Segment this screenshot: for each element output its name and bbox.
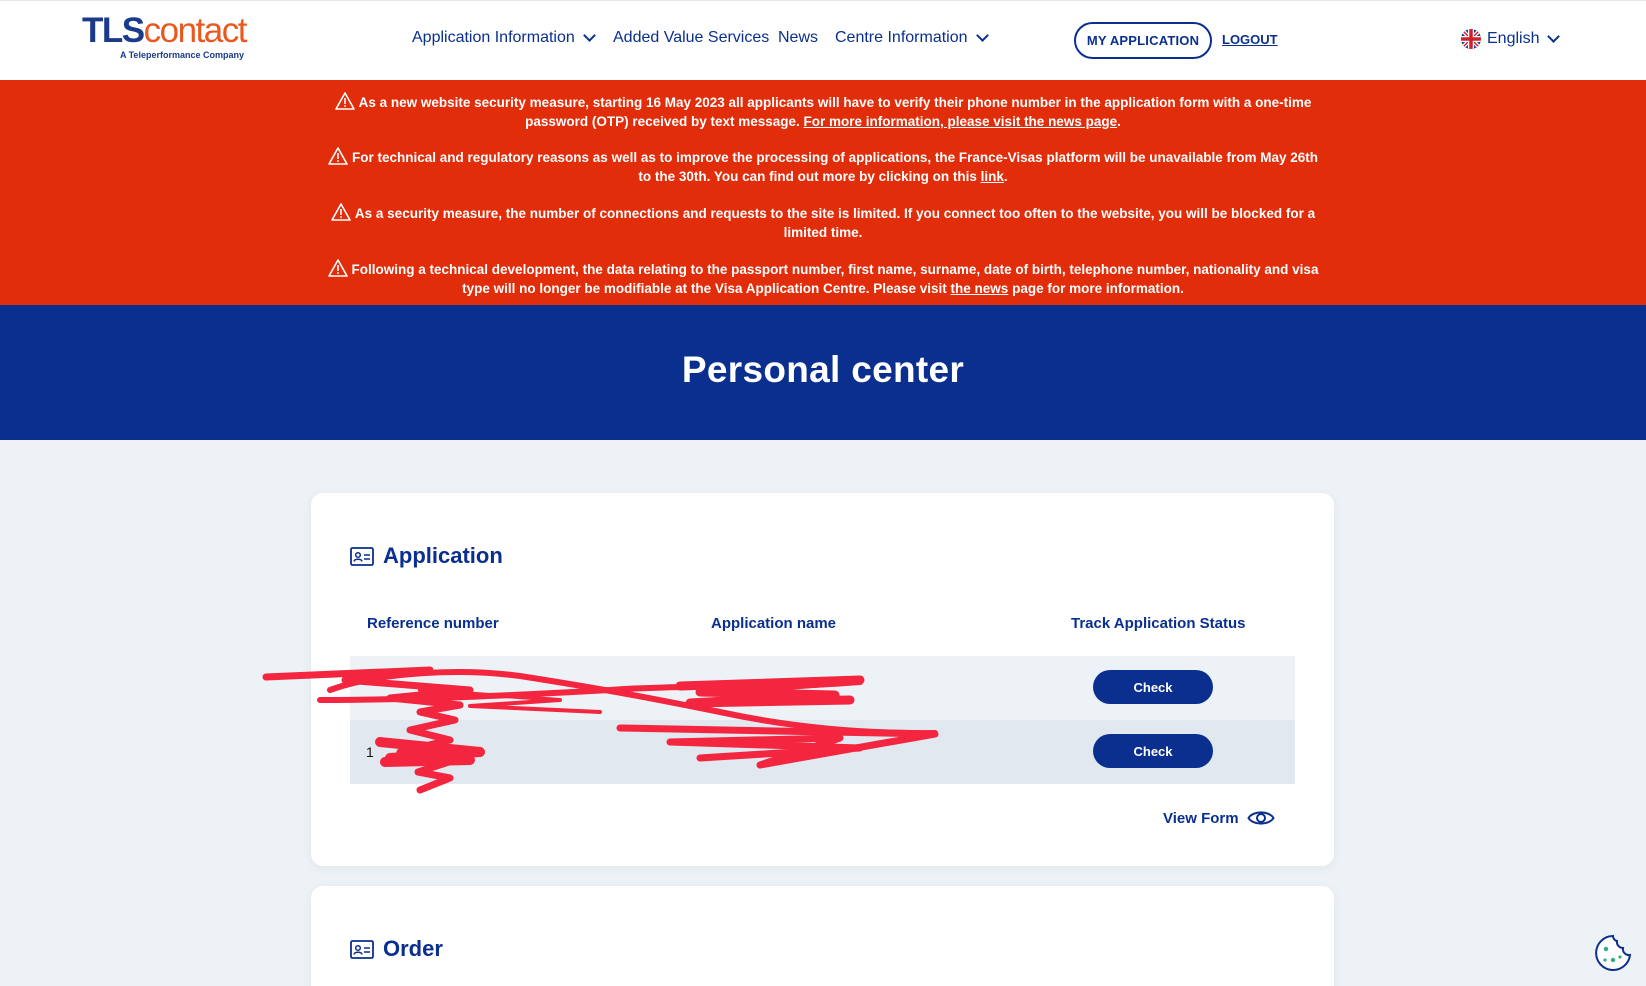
logo-contact: contact [143, 11, 248, 50]
logo-tagline: A Teleperformance Company [119, 50, 244, 60]
alert-france-visas: For technical and regulatory reasons as … [320, 147, 1326, 186]
alert-punct: . [1117, 113, 1121, 129]
alert-rate-limit: As a security measure, the number of con… [320, 203, 1326, 242]
title-band: Personal center [0, 305, 1646, 440]
application-card: Application Reference number Application… [311, 493, 1334, 866]
section-title: Order [383, 936, 443, 961]
warning-icon [327, 259, 348, 277]
more-info-link[interactable]: link [981, 169, 1004, 184]
nav-news[interactable]: News [778, 29, 818, 47]
news-page-link[interactable]: For more information, please visit the n… [804, 114, 1118, 129]
logo-tls: TLS [82, 11, 145, 50]
page-title: Personal center [681, 349, 965, 390]
section-title: Application [383, 543, 503, 568]
uk-flag-icon [1461, 29, 1481, 49]
alert-banner: As a new website security measure, start… [0, 80, 1646, 305]
chevron-down-icon [582, 29, 596, 42]
cookie-settings-icon[interactable] [1593, 933, 1633, 973]
alert-data-lock: Following a technical development, the d… [320, 259, 1326, 298]
logout-link[interactable]: LOGOUT [1222, 32, 1278, 47]
alert-text: As a security measure, the number of con… [354, 206, 1316, 240]
nav-label: Application Information [412, 29, 575, 46]
check-status-button[interactable]: Check [1093, 670, 1213, 704]
reference-cell: 1 [366, 744, 374, 760]
view-form-label: View Form [1163, 809, 1239, 827]
site-header: TLScontact A Teleperformance Company App… [0, 0, 1646, 80]
col-application-name: Application name [711, 615, 837, 632]
table-row: Check [350, 656, 1295, 720]
nav-label: Centre Information [835, 29, 968, 46]
order-heading: Order [350, 936, 443, 962]
chevron-down-icon [1547, 30, 1561, 43]
alert-text: For technical and regulatory reasons as … [351, 150, 1319, 184]
alert-punct: . [1003, 168, 1008, 184]
chevron-down-icon [975, 29, 989, 42]
nav-application-information[interactable]: Application Information [412, 29, 596, 47]
check-status-button[interactable]: Check [1093, 734, 1213, 768]
application-heading: Application [350, 543, 503, 569]
alert-punct: page for more information. [1012, 280, 1184, 296]
warning-icon [328, 147, 348, 165]
eye-icon [1246, 811, 1275, 825]
col-track-status: Track Application Status [1071, 615, 1246, 632]
language-selector[interactable]: English [1461, 29, 1561, 49]
nav-label: Added Value Services [613, 29, 770, 46]
warning-icon [334, 92, 355, 110]
col-reference-number: Reference number [367, 615, 499, 632]
id-card-icon [350, 546, 374, 566]
alert-otp: As a new website security measure, start… [320, 92, 1326, 131]
warning-icon [331, 203, 351, 221]
view-form-link[interactable]: View Form [1163, 808, 1275, 828]
my-application-button[interactable]: MY APPLICATION [1074, 22, 1212, 59]
language-label: English [1487, 30, 1540, 47]
order-card: Order [311, 886, 1334, 986]
nav-centre-information[interactable]: Centre Information [835, 29, 989, 47]
nav-label: News [778, 29, 819, 46]
id-card-icon [350, 939, 374, 959]
tlscontact-logo[interactable]: TLScontact A Teleperformance Company [82, 11, 248, 61]
nav-added-value-services[interactable]: Added Value Services [613, 29, 769, 47]
table-row: 1 Check [350, 720, 1295, 784]
the-news-link[interactable]: the news [951, 281, 1009, 296]
